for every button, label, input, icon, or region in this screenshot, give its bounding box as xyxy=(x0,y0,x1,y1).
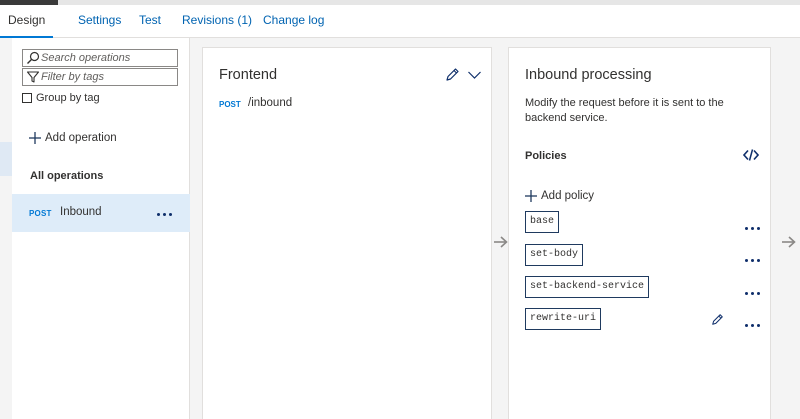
tab-test[interactable]: Test xyxy=(139,5,161,38)
plus-icon xyxy=(29,132,41,144)
filter-tags-input[interactable] xyxy=(41,69,175,85)
operation-item-inbound[interactable]: POST Inbound xyxy=(12,194,190,232)
search-box xyxy=(22,49,178,67)
add-policy-button[interactable]: Add policy xyxy=(524,188,594,204)
frontend-card: Frontend POST /inbound xyxy=(202,47,492,419)
add-operation-button[interactable]: Add operation xyxy=(28,129,117,147)
more-icon[interactable] xyxy=(745,324,760,327)
policies-label: Policies xyxy=(525,150,567,162)
tab-settings[interactable]: Settings xyxy=(78,5,121,38)
group-by-tag-checkbox[interactable] xyxy=(22,93,32,103)
inbound-description: Modify the request before it is sent to … xyxy=(525,97,724,124)
group-by-tag-row[interactable]: Group by tag xyxy=(22,91,100,105)
group-by-tag-label: Group by tag xyxy=(36,92,100,104)
more-icon[interactable] xyxy=(745,292,760,295)
frontend-method: POST xyxy=(219,100,241,109)
frontend-path: /inbound xyxy=(248,97,293,109)
filter-box xyxy=(22,68,178,86)
tab-design[interactable]: Design xyxy=(0,5,54,38)
add-operation-label: Add operation xyxy=(45,132,117,144)
left-strip-accent xyxy=(0,142,12,176)
code-icon[interactable] xyxy=(743,148,759,162)
inbound-processing-card: Inbound processing Modify the request be… xyxy=(508,47,771,419)
all-operations-label[interactable]: All operations xyxy=(30,170,103,182)
inbound-title: Inbound processing xyxy=(525,67,652,83)
tab-bar: Design Settings Test Revisions (1) Chang… xyxy=(0,5,800,38)
chevron-down-icon[interactable] xyxy=(467,69,482,81)
policy-set-backend-service[interactable]: set-backend-service xyxy=(525,276,650,298)
policy-base[interactable]: base xyxy=(525,211,560,233)
policy-rewrite-uri[interactable]: rewrite-uri xyxy=(525,308,602,330)
more-icon[interactable] xyxy=(157,213,172,216)
pencil-icon[interactable] xyxy=(445,67,460,82)
tab-revisions[interactable]: Revisions (1) xyxy=(182,5,252,38)
search-icon xyxy=(27,51,40,64)
operation-method: POST xyxy=(29,209,52,218)
tab-change-log[interactable]: Change log xyxy=(263,5,324,38)
arrow-right-icon xyxy=(782,236,796,248)
plus-icon xyxy=(525,190,537,202)
frontend-title: Frontend xyxy=(219,67,278,83)
add-policy-label: Add policy xyxy=(541,190,595,202)
policy-set-body[interactable]: set-body xyxy=(525,244,584,266)
more-icon[interactable] xyxy=(745,259,760,262)
operations-panel: Group by tag Add operation All operation… xyxy=(12,38,190,419)
pencil-icon[interactable] xyxy=(711,313,724,326)
operation-name: Inbound xyxy=(60,206,102,218)
arrow-right-icon xyxy=(494,236,508,248)
filter-icon xyxy=(26,71,40,83)
search-operations-input[interactable] xyxy=(41,50,175,66)
left-strip xyxy=(0,38,12,419)
more-icon[interactable] xyxy=(745,227,760,230)
